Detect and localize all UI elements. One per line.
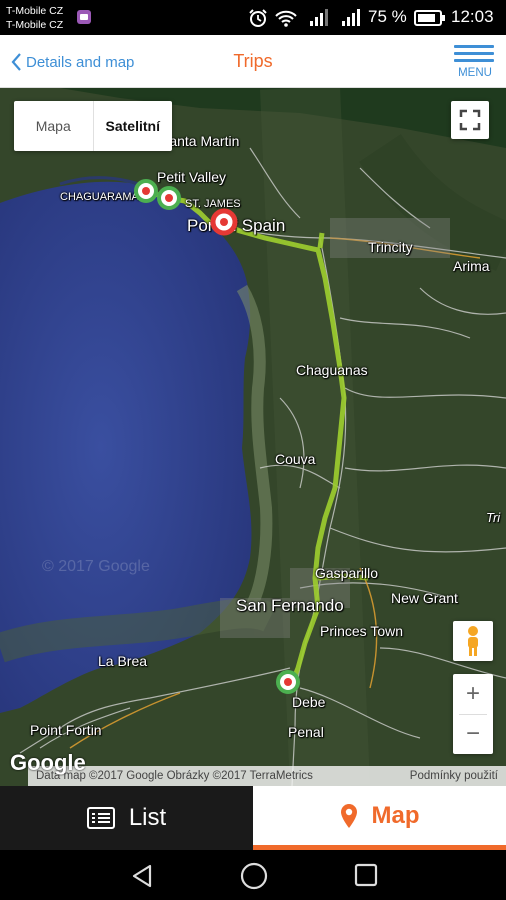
pegman-icon xyxy=(468,626,478,656)
trip-start-marker[interactable] xyxy=(134,179,158,203)
map-pin-icon xyxy=(340,803,357,828)
google-logo: Google xyxy=(10,750,86,775)
place-label-arima: Arima xyxy=(453,258,490,274)
place-label-new-grant: New Grant xyxy=(391,590,458,606)
street-view-pegman-button[interactable] xyxy=(453,621,493,661)
place-label-princes-town: Princes Town xyxy=(320,623,404,639)
menu-button[interactable]: MENU xyxy=(454,45,496,81)
menu-label: MENU xyxy=(458,67,492,79)
trip-end-marker[interactable] xyxy=(210,208,238,236)
status-bar: T-Mobile CZ T-Mobile CZ 75 % 12:03 xyxy=(0,0,506,35)
place-label-penal: Penal xyxy=(288,724,324,740)
tab-list[interactable]: List xyxy=(0,786,253,850)
place-label-la-brea: La Brea xyxy=(98,653,148,669)
trip-map[interactable]: © 2017 Google Santa Martin Petit Valley … xyxy=(0,88,506,786)
tab-map[interactable]: Map xyxy=(253,786,506,850)
zoom-out-button[interactable]: − xyxy=(453,714,493,754)
app-notification-icon xyxy=(77,10,91,24)
map-attribution-bar: Data map ©2017 Google Obrázky ©2017 Terr… xyxy=(28,766,506,786)
page-title: Trips xyxy=(233,51,273,71)
terms-of-use-link[interactable]: Podmínky použití xyxy=(410,770,498,782)
place-label-chaguanas: Chaguanas xyxy=(296,362,368,378)
place-label-san-fernando: San Fernando xyxy=(236,596,344,615)
tab-map-label: Map xyxy=(371,801,420,829)
carrier-name-1: T-Mobile CZ xyxy=(6,5,64,17)
signal-icon-2 xyxy=(342,9,360,26)
recents-nav-icon[interactable] xyxy=(353,862,379,888)
place-label-gasparillo: Gasparillo xyxy=(315,565,379,581)
app-header: Details and map Trips MENU xyxy=(0,35,506,88)
list-icon xyxy=(86,807,115,829)
wifi-icon xyxy=(275,10,297,27)
place-label-petit-valley: Petit Valley xyxy=(157,169,226,185)
zoom-controls: + − xyxy=(453,674,493,754)
home-nav-icon[interactable] xyxy=(239,861,269,891)
alarm-icon xyxy=(249,9,267,27)
fullscreen-button[interactable] xyxy=(451,101,489,139)
battery-percent: 75 % xyxy=(368,7,407,26)
place-label-debe: Debe xyxy=(292,694,326,710)
system-nav-bar xyxy=(0,850,506,900)
carrier-name-2: T-Mobile CZ xyxy=(6,19,64,31)
trip-marker-debe[interactable] xyxy=(276,670,300,694)
place-label-couva: Couva xyxy=(275,451,316,467)
battery-icon xyxy=(414,10,445,26)
place-label-trincity: Trincity xyxy=(368,239,413,255)
trip-marker-2[interactable] xyxy=(157,186,181,210)
zoom-in-button[interactable]: + xyxy=(453,674,493,714)
view-tabs: List Map xyxy=(0,786,506,850)
hamburger-icon-bar xyxy=(454,59,494,62)
place-label-point-fortin: Point Fortin xyxy=(30,722,102,738)
back-nav-icon[interactable] xyxy=(128,862,156,890)
signal-icon-1 xyxy=(310,9,328,26)
fullscreen-icon xyxy=(459,109,481,131)
map-type-map-option[interactable]: Mapa xyxy=(14,101,93,151)
tab-list-label: List xyxy=(128,804,167,831)
hamburger-icon xyxy=(454,45,494,48)
hamburger-icon-bar xyxy=(454,52,494,55)
map-type-satellite-option[interactable]: Satelitní xyxy=(92,101,173,151)
place-label-tri: Tri xyxy=(486,510,501,525)
clock: 12:03 xyxy=(451,7,494,26)
zoom-divider xyxy=(459,714,487,715)
map-type-toggle: Mapa Satelitní xyxy=(14,101,172,151)
